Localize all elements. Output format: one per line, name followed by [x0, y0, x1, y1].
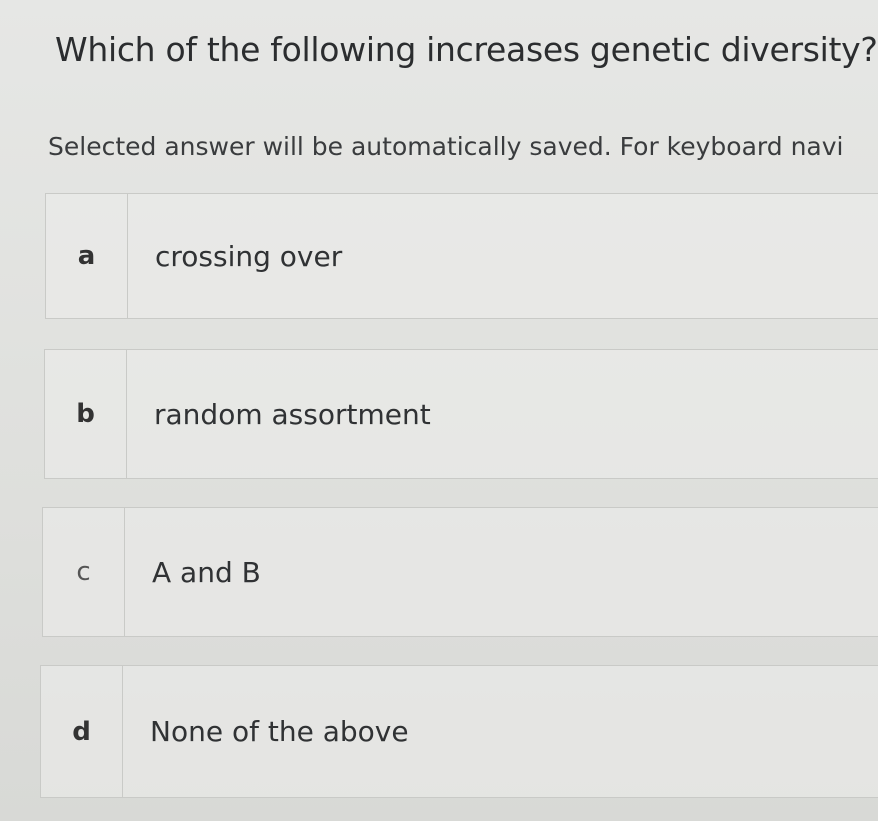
option-label: crossing over: [155, 239, 343, 273]
option-letter: b: [45, 350, 127, 478]
option-label: A and B: [152, 555, 261, 589]
answer-option-b[interactable]: b random assortment: [44, 349, 878, 479]
option-label: None of the above: [150, 715, 409, 748]
question-text: Which of the following increases genetic…: [55, 30, 878, 69]
option-letter: d: [41, 666, 123, 797]
instructions-text: Selected answer will be automatically sa…: [48, 132, 844, 161]
option-letter: a: [46, 194, 128, 318]
answer-option-a[interactable]: a crossing over: [45, 193, 878, 319]
quiz-page: Which of the following increases genetic…: [0, 0, 878, 821]
answer-option-d[interactable]: d None of the above: [40, 665, 878, 798]
option-letter: c: [43, 508, 125, 636]
answer-option-c[interactable]: c A and B: [42, 507, 878, 637]
option-label: random assortment: [154, 397, 431, 431]
